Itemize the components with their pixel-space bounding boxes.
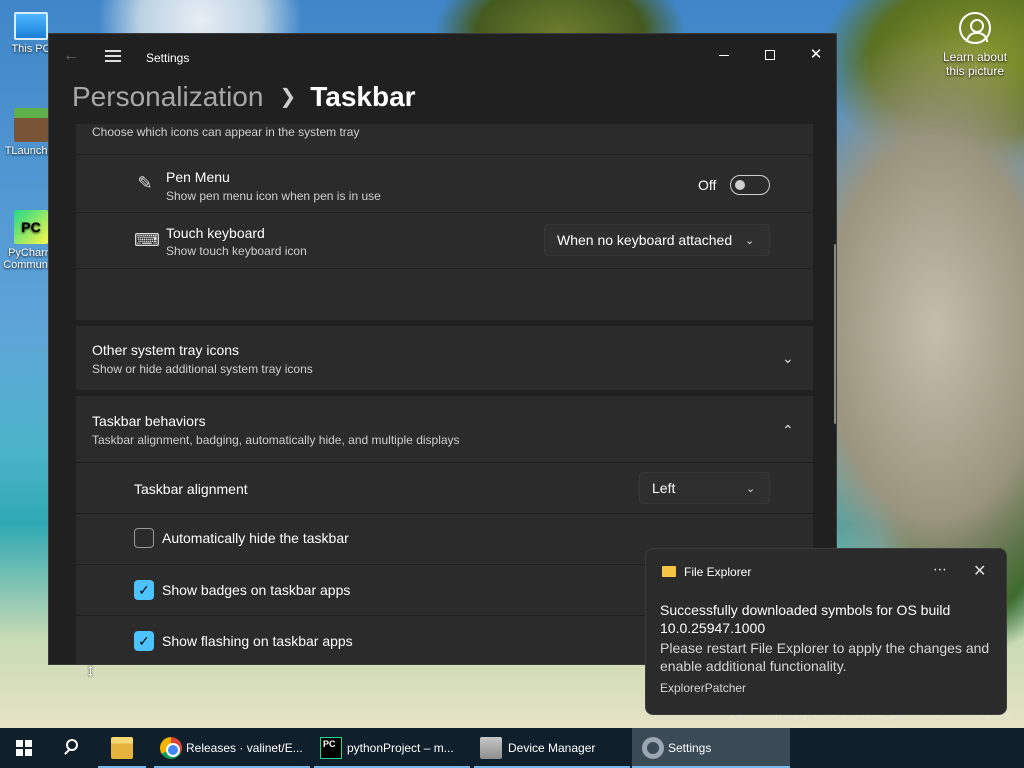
alignment-label: Taskbar alignment <box>134 481 248 497</box>
learn-about-label: Learn about this picture <box>942 50 1008 78</box>
taskbar: Releases · valinet/E... PC pythonProject… <box>0 728 1024 768</box>
keyboard-icon: ⌨ <box>134 230 160 250</box>
toast-title: Successfully downloaded symbols for OS b… <box>660 602 951 636</box>
pen-menu-subtitle: Show pen menu icon when pen is in use <box>166 189 381 203</box>
behaviors-title: Taskbar behaviors <box>92 413 206 429</box>
pen-menu-toggle[interactable] <box>730 175 770 195</box>
other-tray-title: Other system tray icons <box>92 342 240 358</box>
taskbar-alignment-row: Taskbar alignment Left ⌄ <box>76 462 813 513</box>
chevron-down-icon: ⌄ <box>745 235 755 247</box>
auto-hide-checkbox[interactable] <box>134 528 154 548</box>
flashing-checkbox[interactable]: ✓ <box>134 631 154 651</box>
breadcrumb-parent[interactable]: Personalization <box>72 81 263 112</box>
touch-keyboard-dropdown[interactable]: When no keyboard attached ⌄ <box>544 224 770 256</box>
toast-app-name: File Explorer <box>684 565 752 579</box>
taskbar-item-label: pythonProject – m... <box>347 741 454 755</box>
close-button[interactable]: ✕ <box>793 40 836 70</box>
touch-keyboard-row: ⌨ Touch keyboard Show touch keyboard ico… <box>76 212 813 268</box>
folder-icon <box>111 737 133 759</box>
chevron-right-icon: ❯ <box>279 86 297 108</box>
title-bar: ← Settings ✕ <box>49 34 836 80</box>
toast-attribution: ExplorerPatcher <box>660 681 747 695</box>
windows-logo-icon <box>16 740 32 756</box>
chrome-icon <box>160 737 182 759</box>
taskbar-chrome[interactable]: Releases · valinet/E... <box>154 728 310 768</box>
chevron-up-icon[interactable]: ⌃ <box>782 422 794 439</box>
chevron-down-icon[interactable]: ⌄ <box>782 350 794 367</box>
behaviors-subtitle: Taskbar alignment, badging, automaticall… <box>92 433 460 447</box>
more-options-icon[interactable]: ⋯ <box>933 561 947 578</box>
touch-keyboard-value: When no keyboard attached <box>557 232 733 248</box>
hamburger-menu-icon[interactable] <box>105 50 121 62</box>
grass-block-icon <box>14 108 48 142</box>
badges-checkbox[interactable]: ✓ <box>134 580 154 600</box>
touch-keyboard-subtitle: Show touch keyboard icon <box>166 244 307 258</box>
taskbar-item-label: Device Manager <box>508 741 596 755</box>
pen-icon: ✎ <box>137 173 153 193</box>
badges-label: Show badges on taskbar apps <box>162 582 351 598</box>
close-icon[interactable]: ✕ <box>973 561 986 581</box>
minimize-button[interactable] <box>701 40 747 70</box>
scrollbar[interactable] <box>834 244 836 424</box>
taskbar-item-label: Settings <box>668 741 712 755</box>
device-manager-icon <box>480 737 502 759</box>
notification-toast[interactable]: File Explorer ⋯ ✕ Successfully downloade… <box>645 548 1007 715</box>
page-title: Taskbar <box>310 81 416 112</box>
taskbar-item-label: Releases · valinet/E... <box>186 741 303 755</box>
chevron-down-icon: ⌄ <box>746 483 756 495</box>
toast-body: Please restart File Explorer to apply th… <box>660 640 990 674</box>
breadcrumb: Personalization ❯ Taskbar <box>72 81 416 119</box>
maximize-icon <box>765 50 775 61</box>
start-button[interactable] <box>0 728 48 768</box>
monitor-icon <box>14 12 48 40</box>
window-title: Settings <box>146 51 190 65</box>
search-button[interactable] <box>48 728 96 768</box>
touch-keyboard-title: Touch keyboard <box>166 225 265 241</box>
close-icon: ✕ <box>809 46 823 63</box>
tray-header-text: Choose which icons can appear in the sys… <box>92 125 360 139</box>
camera-info-icon <box>959 12 991 44</box>
alignment-value: Left <box>652 480 676 496</box>
pycharm-icon: PC <box>320 737 342 759</box>
minimize-icon <box>719 54 729 56</box>
back-arrow-icon[interactable]: ← <box>63 47 79 65</box>
resize-cursor-icon: ↕ <box>86 660 95 680</box>
taskbar-pycharm[interactable]: PC pythonProject – m... <box>314 728 470 768</box>
folder-icon <box>662 566 676 577</box>
pycharm-icon: PC <box>14 210 48 244</box>
taskbar-file-explorer[interactable] <box>98 728 146 768</box>
auto-hide-label: Automatically hide the taskbar <box>162 530 349 546</box>
pen-menu-row: ✎ Pen Menu Show pen menu icon when pen i… <box>76 154 813 212</box>
pen-menu-state: Off <box>698 177 717 193</box>
other-tray-subtitle: Show or hide additional system tray icon… <box>92 362 313 376</box>
tray-spacer <box>76 268 813 320</box>
system-tray-icons-card: Choose which icons can appear in the sys… <box>76 124 813 154</box>
taskbar-settings[interactable]: Settings <box>632 728 790 768</box>
taskbar-device-manager[interactable]: Device Manager <box>474 728 630 768</box>
learn-about-picture[interactable]: Learn about this picture <box>934 12 1016 78</box>
maximize-button[interactable] <box>747 40 793 70</box>
gear-icon <box>642 737 664 759</box>
taskbar-behaviors-card[interactable]: Taskbar behaviors Taskbar alignment, bad… <box>76 396 813 462</box>
pen-menu-title: Pen Menu <box>166 169 230 185</box>
other-tray-icons-card[interactable]: Other system tray icons Show or hide add… <box>76 326 813 390</box>
flashing-label: Show flashing on taskbar apps <box>162 633 353 649</box>
alignment-dropdown[interactable]: Left ⌄ <box>639 472 770 504</box>
